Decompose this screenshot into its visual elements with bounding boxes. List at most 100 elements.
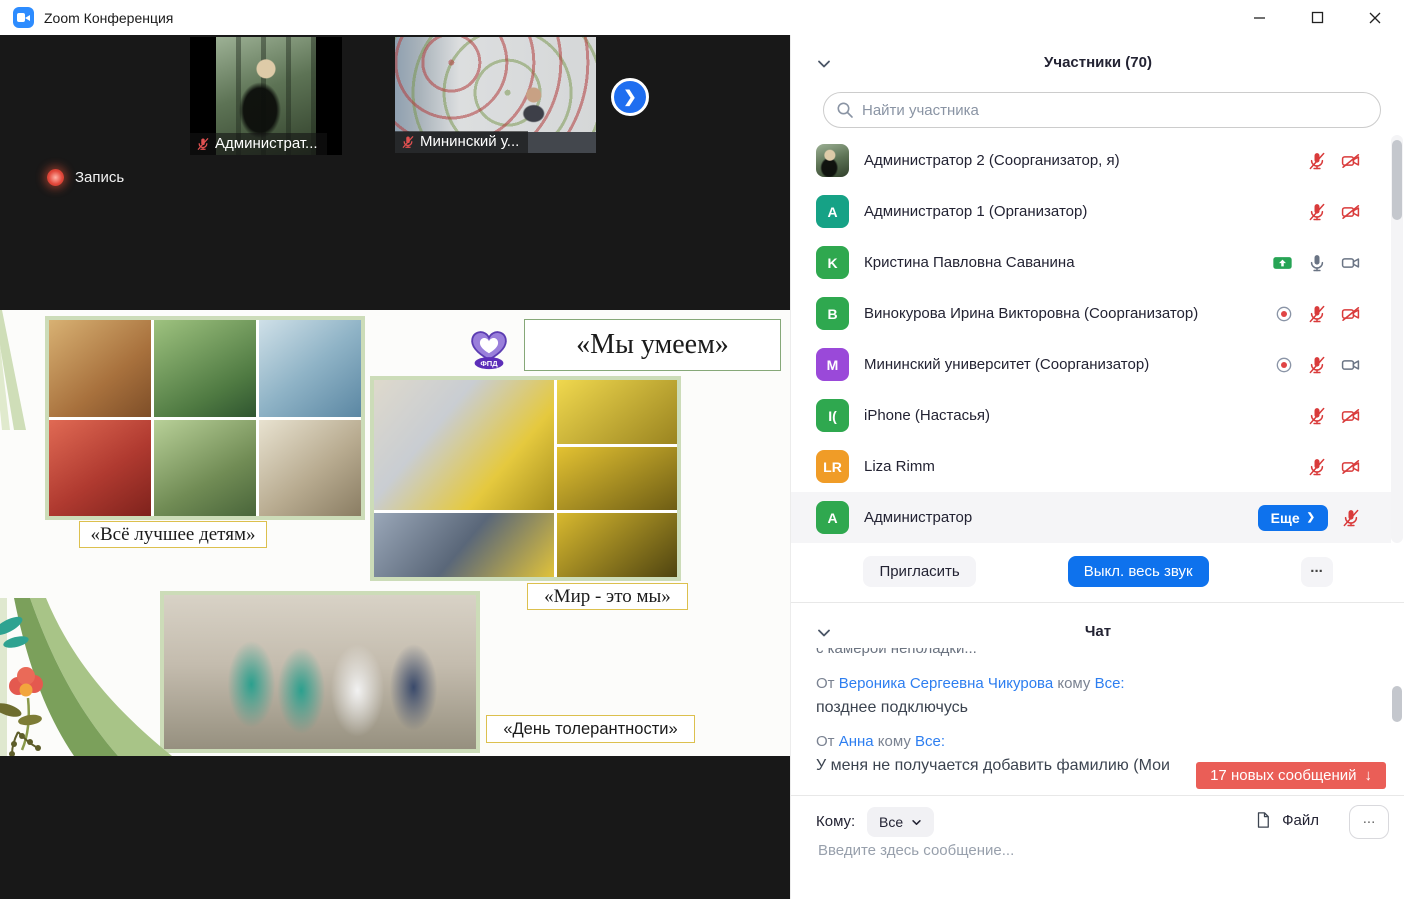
participants-header: Участники (70) [791, 54, 1404, 71]
mic-off-icon [401, 135, 415, 149]
new-messages-badge[interactable]: 17 новых сообщений ↓ [1196, 762, 1386, 789]
chat-to-label: Кому: [816, 813, 855, 830]
minimize-icon [1253, 11, 1266, 24]
participant-name: Винокурова Ирина Викторовна (Соорганизат… [864, 305, 1259, 322]
participant-row[interactable]: B Винокурова Ирина Викторовна (Соорганиза… [791, 288, 1391, 339]
participant-search [823, 92, 1381, 128]
recording-indicator: Запись [47, 169, 124, 186]
participant-list: Администратор 2 (Соорганизатор, я)AАдмин… [791, 135, 1391, 543]
photo-collage-new-year [45, 316, 365, 520]
participant-name: Мининский университет (Соорганизатор) [864, 356, 1259, 373]
participants-more-button[interactable]: ... [1301, 557, 1333, 587]
participant-avatar: M [816, 348, 849, 381]
chat-recipient: Все: [1095, 675, 1125, 692]
chat-more-button[interactable]: ... [1349, 805, 1389, 839]
slide-caption-1: «Всё лучшее детям» [79, 521, 267, 548]
fpd-logo: ФПД [466, 324, 512, 370]
participant-avatar [816, 144, 849, 177]
participant-row[interactable]: I( iPhone (Настасья) [791, 390, 1391, 441]
photo-collage-yellow-kids [370, 376, 681, 581]
photo-collage-group [160, 591, 480, 753]
cam-off-icon [1340, 304, 1361, 324]
title-bar: Zoom Конференция [0, 0, 1404, 35]
participant-avatar: A [816, 195, 849, 228]
slide-caption-3: «День толерантности» [486, 715, 695, 743]
participants-scrollbar-thumb[interactable] [1392, 140, 1402, 220]
video-thumbnail-2-label: Мининский у... [395, 131, 528, 153]
participant-row[interactable]: LR Liza Rimm [791, 441, 1391, 492]
shared-screen-slide: ФПД «Мы умеем» «Всё лучшее детям» «Мир -… [0, 310, 790, 756]
mic-off-icon [1307, 304, 1327, 324]
chevron-right-icon: ❯ [1307, 512, 1315, 523]
participants-actions: Пригласить Выкл. весь звук ... [791, 556, 1404, 587]
mic-off-icon [1307, 406, 1327, 426]
video-area-bottom [0, 756, 790, 899]
mic-off-icon [196, 137, 210, 151]
close-icon [1368, 11, 1382, 25]
svg-text:ФПД: ФПД [480, 359, 498, 368]
recording-label: Запись [75, 169, 124, 186]
share-icon [1271, 253, 1294, 273]
participant-more-button[interactable]: Еще❯ [1258, 505, 1328, 531]
cam-off-icon [1340, 202, 1361, 222]
slide-decoration-flowers [0, 598, 172, 756]
cam-off-icon [1340, 457, 1361, 477]
zoom-window: Zoom Конференция Администрат... Минински… [0, 0, 1404, 899]
video-thumbnail-2[interactable]: Мининский у... [395, 37, 596, 153]
cam-on-icon [1340, 355, 1361, 375]
chat-message-input[interactable] [816, 841, 1376, 860]
participant-avatar: K [816, 246, 849, 279]
participant-row[interactable]: A Администратор 1 (Организатор) [791, 186, 1391, 237]
maximize-button[interactable] [1288, 0, 1346, 35]
minimize-button[interactable] [1230, 0, 1288, 35]
arrow-down-icon: ↓ [1365, 767, 1373, 784]
participant-row[interactable]: AАдминистраторЕще❯ [791, 492, 1391, 543]
mic-off-icon [1307, 355, 1327, 375]
participant-avatar: I( [816, 399, 849, 432]
close-button[interactable] [1346, 0, 1404, 35]
chat-header: Чат [791, 623, 1404, 640]
slide-caption-2: «Мир - это мы» [527, 583, 688, 610]
participant-name: iPhone (Настасья) [864, 407, 1292, 424]
invite-button[interactable]: Пригласить [863, 556, 975, 587]
chat-message-text: позднее подключусь [816, 699, 1404, 717]
participant-name: Кристина Павловна Саванина [864, 254, 1256, 271]
participant-row[interactable]: Администратор 2 (Соорганизатор, я) [791, 135, 1391, 186]
side-panel: Участники (70) Администратор 2 (Сооргани… [790, 35, 1404, 899]
chevron-down-icon [911, 817, 922, 828]
window-title: Zoom Конференция [44, 10, 173, 26]
chat-scrollbar-thumb[interactable] [1392, 686, 1402, 722]
slide-decoration-top-left [0, 310, 40, 430]
participant-row[interactable]: K Кристина Павловна Саванина [791, 237, 1391, 288]
cam-off-icon [1340, 151, 1361, 171]
participant-name: Liza Rimm [864, 458, 1292, 475]
chat-sender: Анна [839, 733, 874, 750]
file-button[interactable]: Файл [1248, 809, 1325, 831]
chat-message-clipped: с камерой неполадки... [816, 648, 1404, 661]
maximize-icon [1311, 11, 1324, 24]
recording-dot-icon [47, 169, 64, 186]
file-icon [1254, 810, 1272, 830]
mic-off-icon [1341, 508, 1361, 528]
participant-row[interactable]: M Мининский университет (Соорганизатор) [791, 339, 1391, 390]
next-videos-button[interactable]: ❯ [611, 78, 649, 116]
video-thumbnail-1-label: Администрат... [190, 133, 327, 155]
mute-all-button[interactable]: Выкл. весь звук [1068, 556, 1209, 587]
rec-icon [1274, 304, 1294, 324]
video-thumbnail-1[interactable]: Администрат... [190, 37, 342, 155]
chat-footer: Кому: Все Файл ... [791, 805, 1404, 841]
rec-icon [1274, 355, 1294, 375]
divider [791, 602, 1404, 603]
participant-avatar: LR [816, 450, 849, 483]
participant-search-input[interactable] [823, 92, 1381, 128]
participant-name: Администратор 1 (Организатор) [864, 203, 1292, 220]
chevron-right-icon: ❯ [623, 87, 636, 107]
slide-title: «Мы умеем» [524, 319, 781, 371]
participant-avatar: A [816, 501, 849, 534]
mic-off-icon [1307, 457, 1327, 477]
chat-to-dropdown[interactable]: Все [867, 807, 934, 837]
participant-avatar: B [816, 297, 849, 330]
cam-on-icon [1340, 253, 1361, 273]
search-icon [836, 101, 854, 119]
mic-on-icon [1307, 253, 1327, 273]
